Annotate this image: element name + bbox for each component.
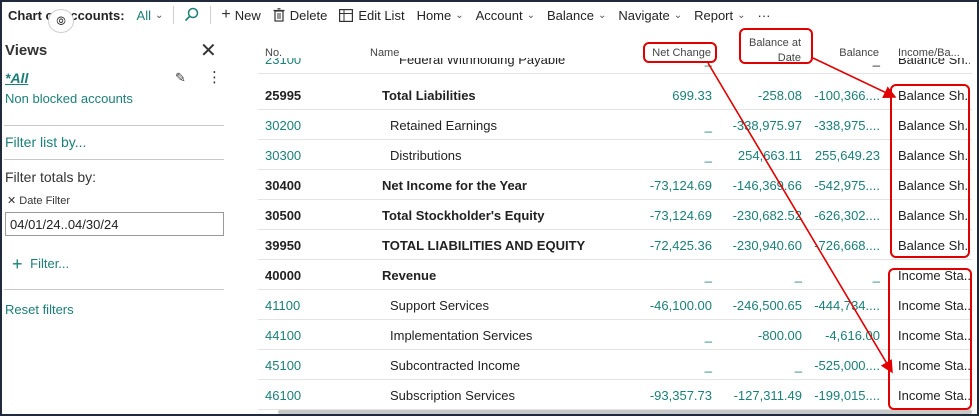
arrow-net-change — [707, 62, 893, 374]
arrow-balance-at-date — [812, 57, 897, 98]
annotation-arrows — [707, 57, 897, 374]
